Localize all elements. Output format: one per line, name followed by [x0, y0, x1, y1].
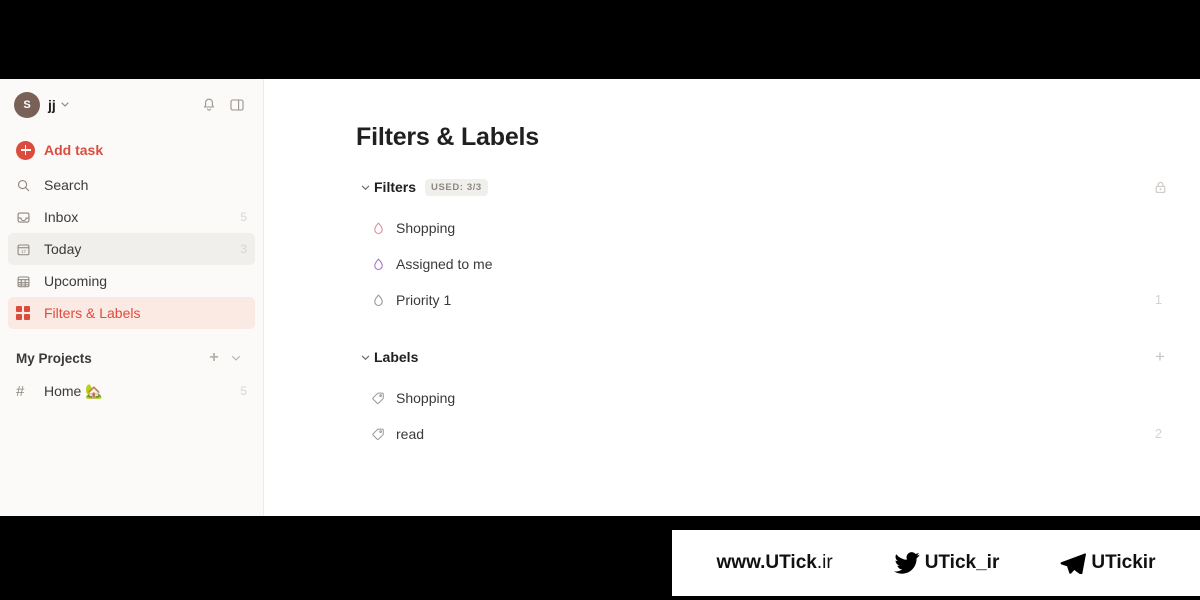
filter-drop-icon: [366, 221, 390, 236]
sidebar-item-label: Today: [44, 241, 82, 257]
app-window: S jj Add task Search Inbox 5 17 Today 3 …: [0, 79, 1200, 516]
chevron-down-icon[interactable]: [60, 99, 70, 112]
watermark-telegram-handle: UTickir: [1091, 552, 1156, 573]
add-label-icon[interactable]: +: [1148, 345, 1172, 369]
inbox-icon: [16, 210, 38, 225]
notifications-bell-icon[interactable]: [197, 93, 221, 117]
svg-text:17: 17: [21, 248, 26, 253]
hash-icon: #: [16, 382, 25, 400]
search-icon: [16, 178, 38, 193]
chevron-down-icon[interactable]: [356, 352, 374, 363]
labels-title: Labels: [374, 349, 419, 365]
label-item-shopping[interactable]: Shopping: [356, 380, 1172, 416]
filter-count: 1: [1155, 293, 1162, 307]
sidebar-item-inbox[interactable]: Inbox 5: [8, 201, 255, 233]
avatar[interactable]: S: [14, 92, 40, 118]
my-projects-header[interactable]: My Projects +: [8, 341, 255, 375]
sidebar-item-label: Search: [44, 177, 89, 193]
add-task-plus-icon: [16, 140, 38, 160]
calendar-today-icon: 17: [16, 242, 38, 257]
filter-label: Shopping: [396, 220, 456, 236]
filter-item-priority-1[interactable]: Priority 1 1: [356, 282, 1172, 318]
project-count: 5: [240, 384, 247, 398]
filters-title: Filters: [374, 179, 417, 195]
tag-icon: [366, 427, 390, 441]
sidebar-item-upcoming[interactable]: Upcoming: [8, 265, 255, 297]
label-item-read[interactable]: read 2: [356, 416, 1172, 452]
sidebar-item-label: Filters & Labels: [44, 305, 141, 321]
sidebar: S jj Add task Search Inbox 5 17 Today 3 …: [0, 79, 264, 516]
lock-icon[interactable]: [1148, 175, 1172, 199]
filter-item-assigned-to-me[interactable]: Assigned to me: [356, 246, 1172, 282]
filters-labels-icon: [16, 306, 38, 320]
main-content: Filters & Labels Filters USED: 3/3 Shopp…: [264, 79, 1200, 516]
watermark-website: www.UTick .ir: [717, 552, 833, 574]
filter-drop-icon: [366, 293, 390, 308]
watermark-telegram: UTickir: [1060, 552, 1155, 574]
collapse-projects-icon[interactable]: [225, 347, 247, 369]
page-title: Filters & Labels: [356, 123, 539, 151]
filters-section-header: Filters USED: 3/3: [356, 174, 1172, 200]
sidebar-project-home[interactable]: # Home 🏡 5: [8, 375, 255, 407]
filter-label: Assigned to me: [396, 256, 493, 272]
watermark-site-tld: .ir: [816, 552, 833, 573]
filter-item-shopping[interactable]: Shopping: [356, 210, 1172, 246]
label-label: Shopping: [396, 390, 456, 406]
add-task-button[interactable]: Add task: [8, 133, 255, 167]
my-projects-title: My Projects: [16, 350, 92, 366]
watermark-twitter: UTick_ir: [893, 552, 1000, 574]
sidebar-item-today[interactable]: 17 Today 3: [8, 233, 255, 265]
twitter-bird-icon: [893, 552, 920, 574]
filter-label: Priority 1: [396, 292, 452, 308]
sidebar-item-count: 5: [240, 210, 247, 224]
sidebar-item-label: Inbox: [44, 209, 79, 225]
chevron-down-icon[interactable]: [356, 182, 374, 193]
sidebar-item-count: 3: [240, 242, 247, 256]
watermark-twitter-handle: UTick_ir: [924, 552, 1000, 573]
sidebar-item-label: Upcoming: [44, 273, 108, 289]
sidebar-item-search[interactable]: Search: [8, 169, 255, 201]
labels-section-header: Labels +: [356, 344, 1172, 370]
main-inner: Filters & Labels Filters USED: 3/3 Shopp…: [264, 123, 1200, 452]
sidebar-item-filters-labels[interactable]: Filters & Labels: [8, 297, 255, 329]
add-project-icon[interactable]: +: [203, 347, 225, 369]
sidebar-toggle-icon[interactable]: [225, 93, 249, 117]
filters-used-badge: USED: 3/3: [425, 178, 488, 196]
filter-drop-icon: [366, 257, 390, 272]
project-label: Home 🏡: [44, 382, 103, 399]
label-count: 2: [1155, 427, 1162, 441]
user-name[interactable]: jj: [48, 97, 56, 113]
sidebar-nav: Add task Search Inbox 5 17 Today 3 Upcom…: [8, 133, 255, 329]
watermark-site-text: www.UTick: [716, 552, 817, 573]
telegram-paper-plane-icon: [1060, 552, 1087, 574]
calendar-upcoming-icon: [16, 274, 38, 289]
tag-icon: [366, 391, 390, 405]
watermark-banner: www.UTick .ir UTick_ir UTickir: [672, 530, 1200, 596]
sidebar-header: S jj: [8, 79, 255, 131]
add-task-label: Add task: [44, 142, 104, 158]
label-label: read: [396, 426, 425, 442]
